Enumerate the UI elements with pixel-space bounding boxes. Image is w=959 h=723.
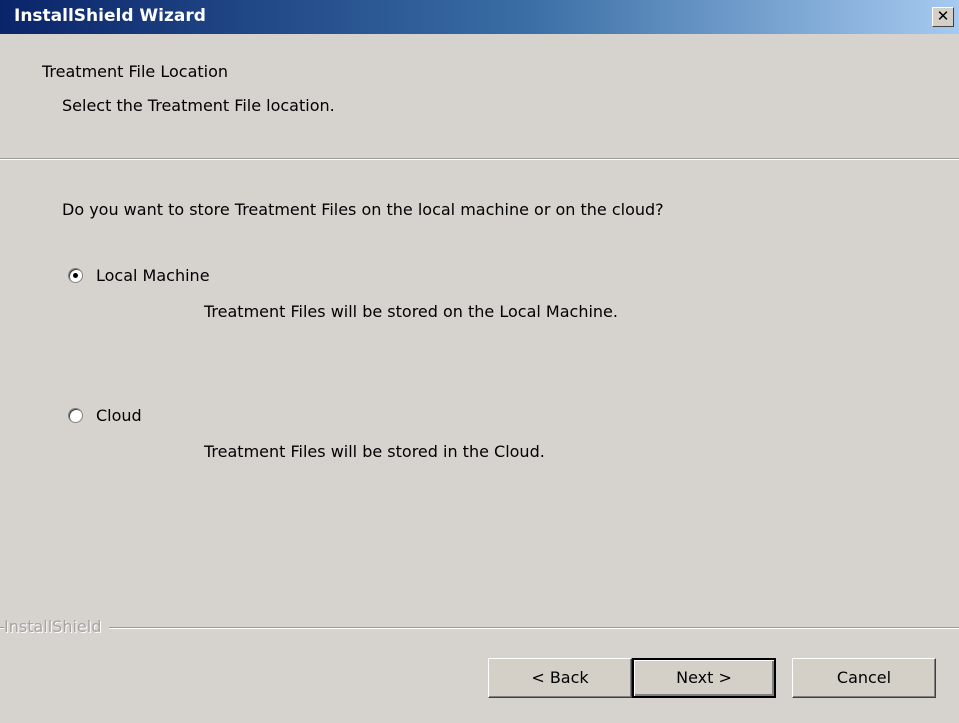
title-bar[interactable]: InstallShield Wizard ✕ xyxy=(0,0,959,34)
page-subtitle: Select the Treatment File location. xyxy=(62,96,335,115)
local-machine-description: Treatment Files will be stored on the Lo… xyxy=(204,302,618,321)
storage-question: Do you want to store Treatment Files on … xyxy=(62,200,664,219)
window-title: InstallShield Wizard xyxy=(14,6,206,26)
close-icon: ✕ xyxy=(936,7,950,25)
local-machine-label[interactable]: Local Machine xyxy=(96,266,210,285)
cloud-label[interactable]: Cloud xyxy=(96,406,142,425)
cloud-description: Treatment Files will be stored in the Cl… xyxy=(204,442,545,461)
header-divider xyxy=(0,158,959,160)
installshield-wizard-window: InstallShield Wizard ✕ Treatment File Lo… xyxy=(0,0,959,723)
installshield-brand-label: InstallShield xyxy=(4,617,110,636)
cloud-option[interactable]: Cloud xyxy=(68,404,142,426)
next-button[interactable]: Next > xyxy=(632,658,776,698)
local-machine-option[interactable]: Local Machine xyxy=(68,264,210,286)
page-title: Treatment File Location xyxy=(42,62,229,81)
cancel-button[interactable]: Cancel xyxy=(792,658,936,698)
footer-divider xyxy=(0,627,959,629)
local-machine-radio[interactable] xyxy=(68,267,83,283)
cloud-radio[interactable] xyxy=(68,407,83,423)
back-button[interactable]: < Back xyxy=(488,658,632,698)
radio-selected-dot xyxy=(73,272,78,278)
wizard-header: Treatment File Location Select the Treat… xyxy=(0,34,959,158)
close-button[interactable]: ✕ xyxy=(932,7,954,27)
